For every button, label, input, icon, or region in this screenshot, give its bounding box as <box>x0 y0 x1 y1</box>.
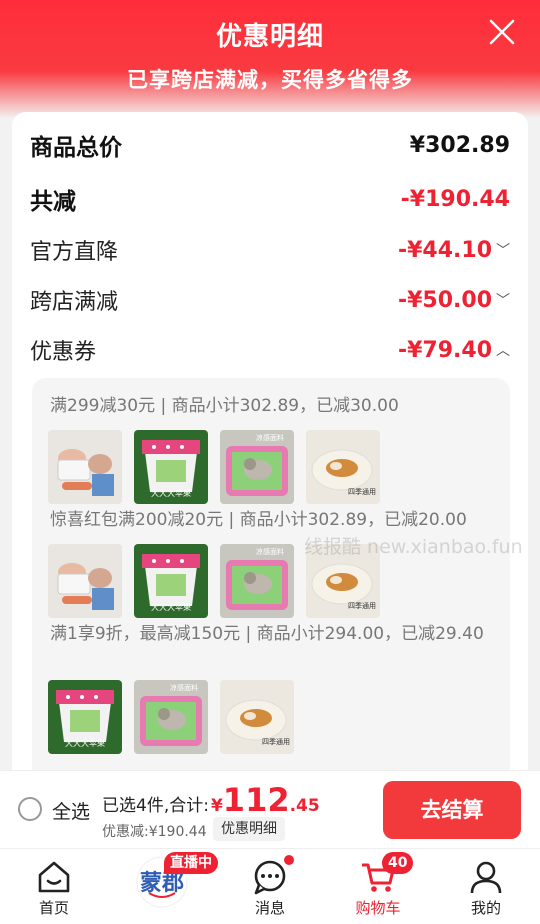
svg-text:凉感面料: 凉感面料 <box>256 547 284 556</box>
nav-item-home[interactable]: 首页 <box>9 849 99 924</box>
selected-count-label: 已选4件,合计: <box>102 796 209 816</box>
coupon-group-thumbs: 大大大苹果 凉感面料 四季通用 <box>48 680 294 754</box>
official-discount-row[interactable]: 官方直降 -¥44.10 ﹀ <box>30 234 510 266</box>
profile-icon <box>466 857 506 897</box>
cross-store-discount-row[interactable]: 跨店满减 -¥50.00 ﹀ <box>30 284 510 316</box>
product-thumbnail-cooling-mat-cat[interactable]: 凉感面料 <box>220 544 294 618</box>
nav-label: 我的 <box>470 899 501 917</box>
total-reduce-value: -¥190.44 <box>400 186 510 212</box>
product-thumbnail-pet-toys[interactable] <box>48 544 122 618</box>
product-thumbnail-apple-bed[interactable]: 大大大苹果 <box>134 544 208 618</box>
product-thumbnail-apple-bed[interactable]: 大大大苹果 <box>134 430 208 504</box>
discount-detail-button[interactable]: 优惠明细 <box>213 817 285 841</box>
total-reduce-label: 共减 <box>30 189 76 215</box>
product-thumbnail-cooling-mat-cat[interactable]: 凉感面料 <box>134 680 208 754</box>
discount-card: 商品总价 ¥302.89 共减 -¥190.44 官方直降 -¥44.10 ﹀ … <box>12 112 528 812</box>
watermark: 线报酷 new.xianbao.fun <box>304 536 523 558</box>
nav-label: 购物车 <box>355 899 401 917</box>
cross-store-discount-label: 跨店满减 <box>30 290 119 315</box>
product-thumbnail-pet-toys[interactable] <box>48 430 122 504</box>
checkout-button[interactable]: 去结算 <box>383 781 521 839</box>
total-summary: 已选4件,合计: ¥ 112 .45 <box>102 781 320 819</box>
total-amount-integer: 112 <box>222 781 290 819</box>
product-thumbnail-cooling-mat-cat[interactable]: 凉感面料 <box>220 430 294 504</box>
coupon-group-text: 惊喜红包满200减20元 | 商品小计302.89，已减20.00 <box>50 510 467 530</box>
coupon-value: -¥79.40 <box>397 337 492 363</box>
cross-store-discount-value: -¥50.00 <box>397 287 492 313</box>
total-amount-decimal: .45 <box>289 796 320 816</box>
nav-item-message[interactable]: 消息 <box>225 849 315 924</box>
discount-summary: 优惠减:¥190.44 <box>102 824 207 840</box>
official-discount-label: 官方直降 <box>30 240 119 265</box>
product-thumbnail-round-dog-bed[interactable]: 四季通用 <box>306 430 380 504</box>
svg-text:四季通用: 四季通用 <box>348 601 376 610</box>
product-thumbnail-apple-bed[interactable]: 大大大苹果 <box>48 680 122 754</box>
svg-text:大大大苹果: 大大大苹果 <box>65 738 105 748</box>
message-unread-dot <box>284 855 294 865</box>
chevron-down-icon[interactable]: ﹀ <box>496 240 510 260</box>
coupon-detail-panel: 满299减30元 | 商品小计302.89，已减30.00 大大大苹果 凉感面料… <box>32 378 510 812</box>
header: 优惠明细 已享跨店满减，买得多省得多 <box>0 0 540 118</box>
total-reduce-row: 共减 -¥190.44 <box>30 182 510 216</box>
coupon-row[interactable]: 优惠券 -¥79.40 ︿ <box>30 334 510 366</box>
total-price-label: 商品总价 <box>30 135 122 161</box>
product-thumbnail-round-dog-bed[interactable]: 四季通用 <box>220 680 294 754</box>
nav-label: 消息 <box>254 899 285 917</box>
svg-text:凉感面料: 凉感面料 <box>170 683 198 692</box>
cart-count-badge: 40 <box>382 852 414 874</box>
page-title: 优惠明细 <box>215 22 324 52</box>
close-button[interactable] <box>486 16 518 48</box>
select-all-label[interactable]: 全选 <box>52 797 90 824</box>
svg-text:四季通用: 四季通用 <box>262 737 290 746</box>
svg-text:大大大苹果: 大大大苹果 <box>151 488 191 498</box>
chevron-down-icon[interactable]: ﹀ <box>496 290 510 310</box>
svg-text:大大大苹果: 大大大苹果 <box>151 602 191 612</box>
official-discount-value: -¥44.10 <box>397 237 492 263</box>
close-icon <box>489 19 515 45</box>
bottom-nav: 首页 蒙郡 消息 购物车 我的 <box>0 848 540 924</box>
coupon-group-text: 满1享9折，最高减150元 | 商品小计294.00，已减29.40 <box>50 624 484 644</box>
chevron-up-icon[interactable]: ︿ <box>496 340 510 360</box>
svg-text:蒙郡: 蒙郡 <box>140 871 184 896</box>
nav-label: 首页 <box>38 899 69 917</box>
home-icon <box>34 857 74 897</box>
select-all-radio[interactable] <box>18 797 42 821</box>
svg-text:凉感面料: 凉感面料 <box>256 433 284 442</box>
total-price-row: 商品总价 ¥302.89 <box>30 128 510 162</box>
total-price-value: ¥302.89 <box>409 132 510 158</box>
nav-item-profile[interactable]: 我的 <box>441 849 531 924</box>
coupon-group-thumbs: 大大大苹果 凉感面料 四季通用 <box>48 430 380 504</box>
checkout-bar: 全选 已选4件,合计: ¥ 112 .45 优惠减:¥190.44 优惠明细 去… <box>0 770 540 848</box>
currency-symbol: ¥ <box>210 796 223 816</box>
page-subtitle: 已享跨店满减，买得多省得多 <box>127 68 413 92</box>
coupon-group-text: 满299减30元 | 商品小计302.89，已减30.00 <box>50 396 399 416</box>
live-badge: 直播中 <box>164 852 218 874</box>
svg-text:四季通用: 四季通用 <box>348 487 376 496</box>
coupon-label: 优惠券 <box>30 340 97 365</box>
